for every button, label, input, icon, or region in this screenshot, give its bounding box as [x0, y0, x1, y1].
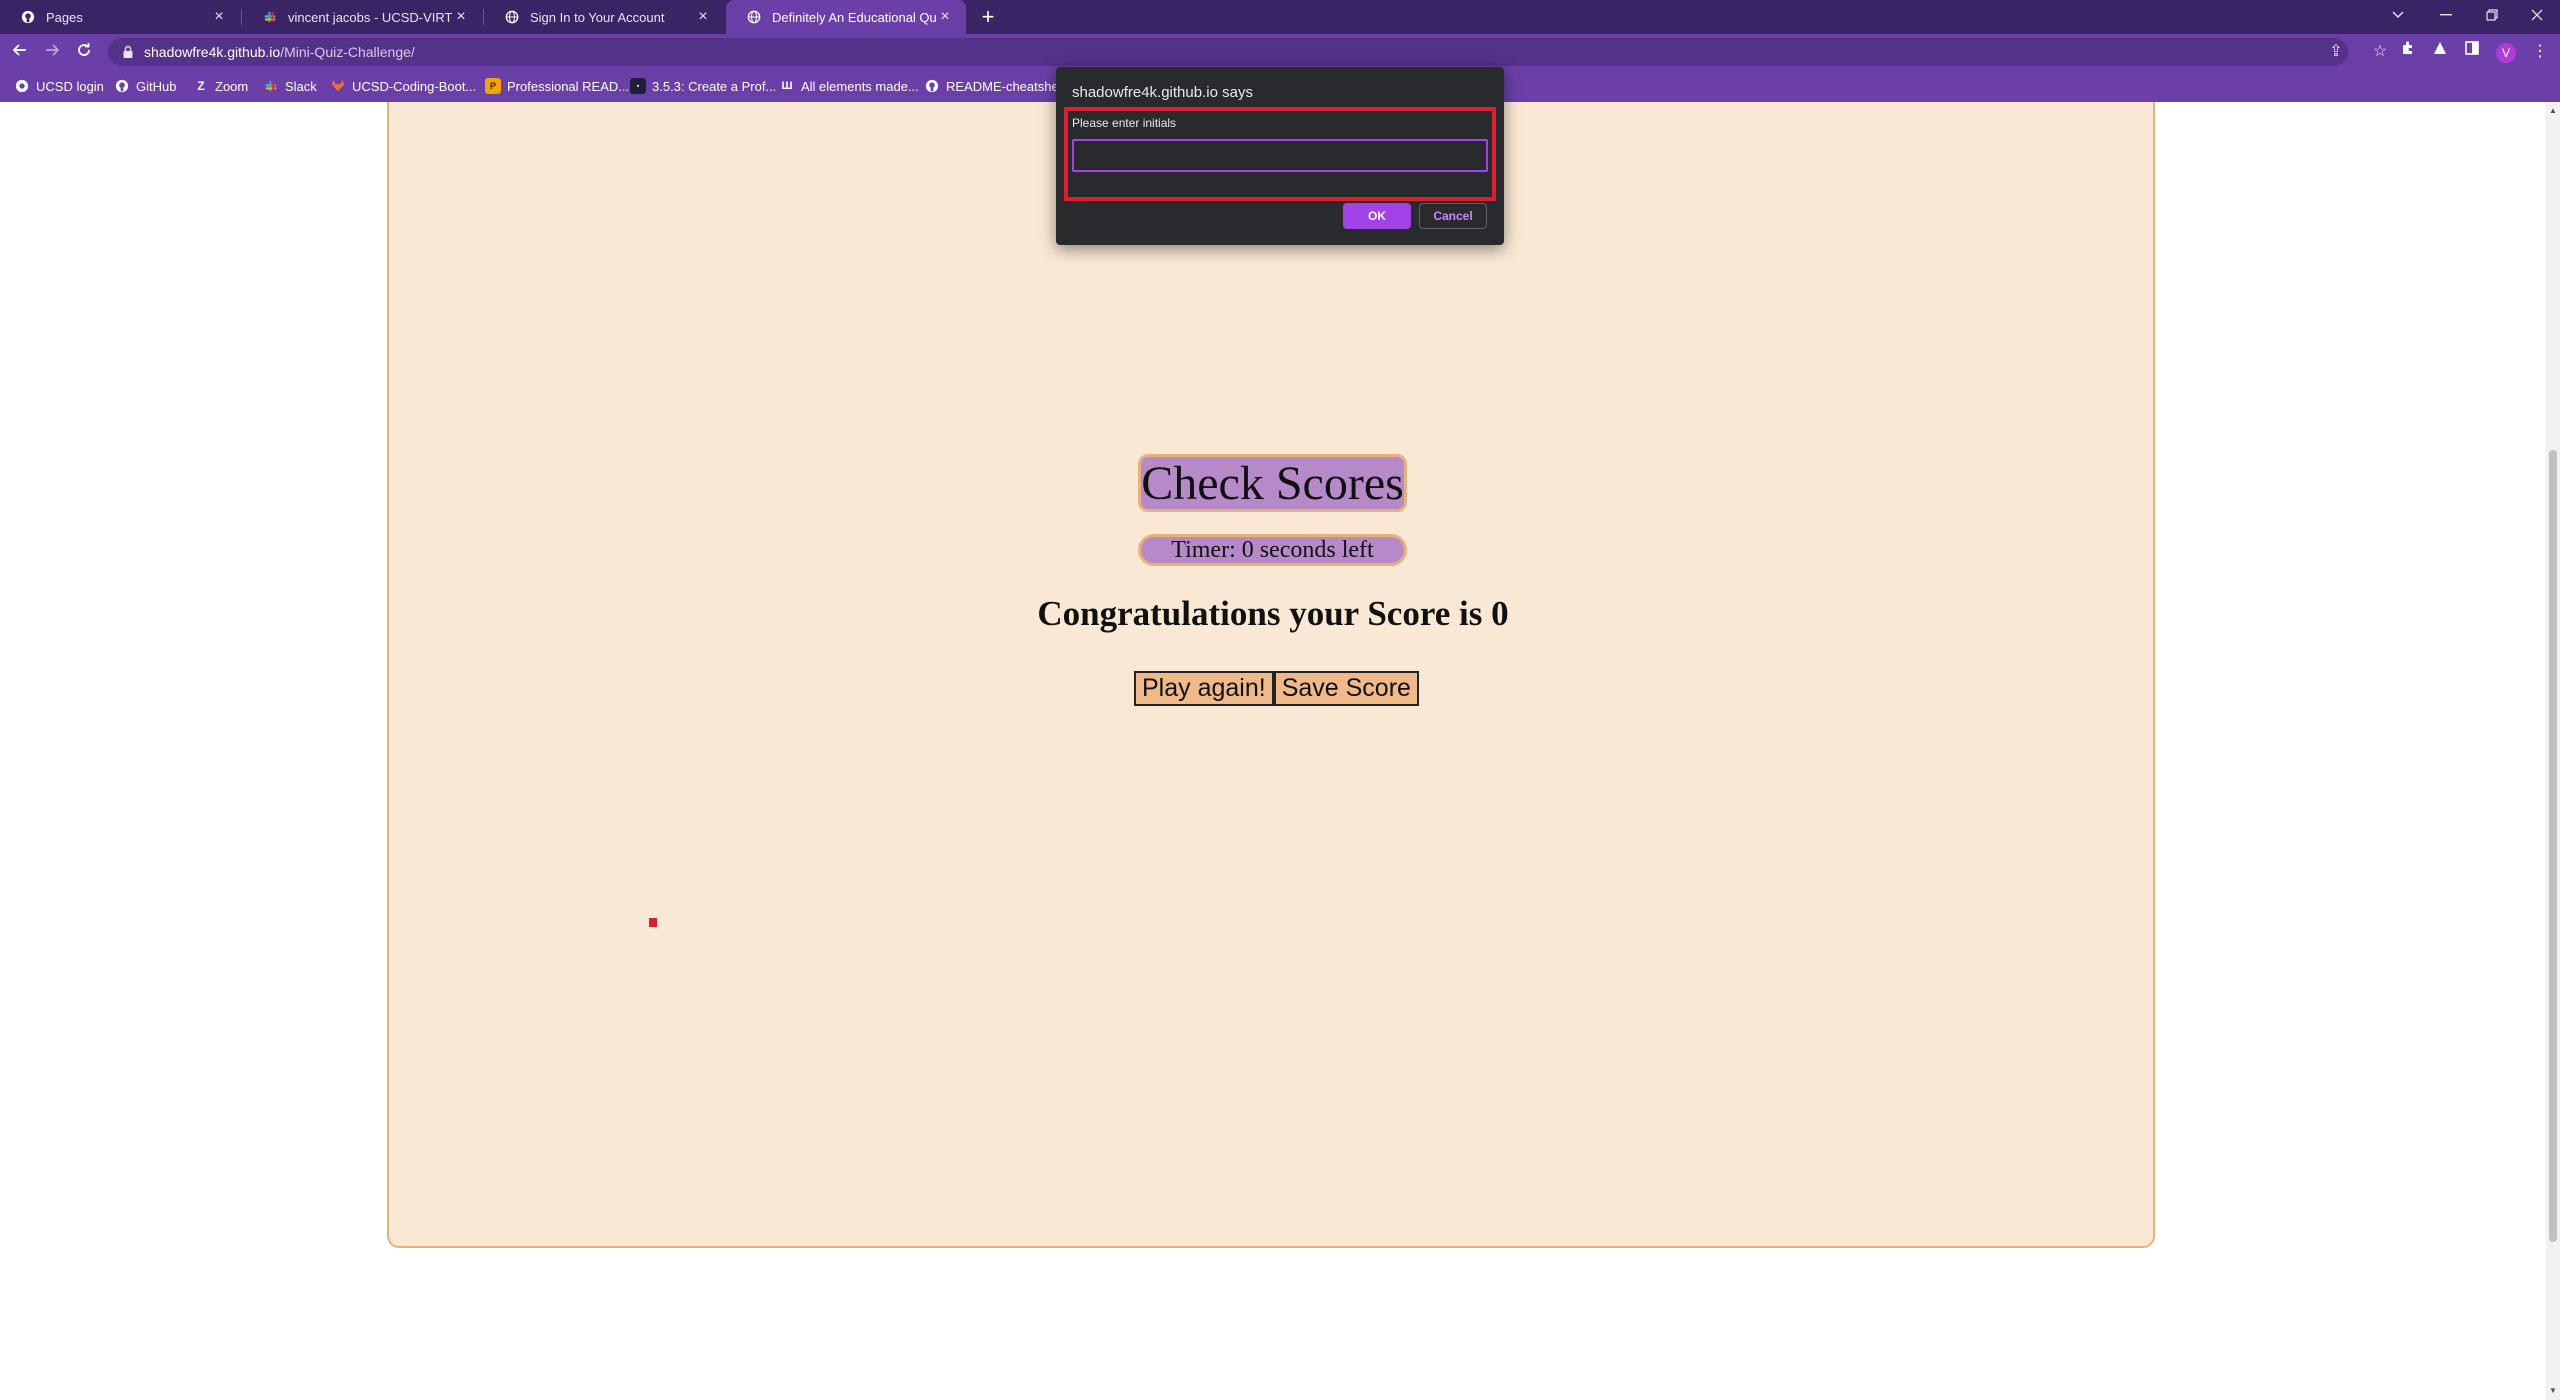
menu-kebab-icon[interactable]: ⋮ [2528, 40, 2552, 64]
close-icon[interactable]: × [452, 8, 470, 26]
bookmark-github[interactable]: GitHub [114, 76, 176, 96]
bookmark-label: UCSD login [36, 78, 104, 94]
browser-toolbar: shadowfre4k.github.io /Mini-Quiz-Challen… [0, 34, 2560, 70]
readme-icon: P [485, 78, 501, 94]
scroll-down-arrow-icon[interactable]: ▼ [2546, 1384, 2560, 1398]
reload-button[interactable] [72, 40, 96, 64]
github-icon [924, 78, 940, 94]
scroll-thumb[interactable] [2549, 450, 2557, 1242]
url-host: shadowfre4k.github.io [144, 44, 281, 60]
slack-icon [262, 9, 278, 25]
ok-button[interactable]: OK [1343, 203, 1411, 229]
back-button[interactable] [8, 40, 32, 64]
score-message: Congratulations your Score is 0 [1037, 594, 1509, 633]
bookmark-label: UCSD-Coding-Boot... [352, 78, 477, 94]
tab-title: Pages [46, 9, 83, 25]
dialog-message: Please enter initials [1072, 116, 1177, 130]
result-buttons: Play again! Save Score [1134, 671, 1419, 706]
scroll-up-arrow-icon[interactable]: ▲ [2546, 104, 2560, 118]
play-again-button[interactable]: Play again! [1134, 671, 1274, 706]
page-scrollbar[interactable]: ▲ ▼ [2546, 102, 2560, 1400]
bookmark-ucsd-coding-boot[interactable]: UCSD-Coding-Boot... [330, 76, 476, 96]
check-scores-button[interactable]: Check Scores [1138, 454, 1407, 512]
url-path: /Mini-Quiz-Challenge/ [280, 44, 415, 60]
bookmark-professional-readme[interactable]: P Professional READ... [485, 76, 629, 96]
github-icon [114, 78, 130, 94]
slack-icon [263, 78, 279, 94]
bookmark-ucsd-login[interactable]: UCSD login [14, 76, 104, 96]
cancel-button[interactable]: Cancel [1419, 203, 1487, 229]
bookmark-create-profile[interactable]: ▪ 3.5.3: Create a Prof... [630, 76, 776, 96]
bookmark-label: GitHub [136, 78, 177, 94]
close-icon[interactable]: × [936, 8, 954, 26]
close-window-button[interactable] [2514, 0, 2560, 30]
bookmark-label: All elements made... [801, 78, 919, 94]
globe-icon [504, 9, 520, 25]
red-marker [649, 918, 657, 927]
tab-title: Definitely An Educational Quiz [772, 9, 936, 25]
bookmark-slack[interactable]: Slack [263, 76, 317, 96]
bookmark-readme-cheatsheet[interactable]: README-cheatshee... [924, 76, 1077, 96]
tab-slack[interactable]: vincent jacobs - UCSD-VIRT-FSF × [242, 0, 482, 34]
gitlab-icon [330, 78, 346, 94]
tab-title: vincent jacobs - UCSD-VIRT-FSF [288, 9, 452, 25]
course-icon: ▪ [630, 78, 646, 94]
tab-pages[interactable]: Pages × [0, 0, 240, 34]
share-icon[interactable]: ⇪ [2326, 42, 2346, 62]
bookmark-star-icon[interactable]: ☆ [2370, 42, 2390, 62]
tab-quiz[interactable]: Definitely An Educational Quiz × [726, 0, 966, 34]
bookmark-all-elements[interactable]: Ш All elements made... [779, 76, 919, 96]
quiz-card: Check Scores Timer: 0 seconds left Congr… [387, 102, 2155, 1248]
save-score-button[interactable]: Save Score [1273, 671, 1419, 706]
timer-display: Timer: 0 seconds left [1138, 534, 1407, 566]
bookmark-label: Slack [285, 78, 317, 94]
bookmark-label: Professional READ... [507, 78, 630, 94]
close-icon[interactable]: × [694, 8, 712, 26]
prompt-dialog: shadowfre4k.github.io says Please enter … [1056, 67, 1504, 245]
side-panel-icon[interactable] [2460, 40, 2484, 64]
tab-sign-in[interactable]: Sign In to Your Account × [484, 0, 724, 34]
extension-puzzle-icon[interactable] [2428, 40, 2452, 64]
restore-button[interactable] [2469, 0, 2515, 30]
page-viewport: Check Scores Timer: 0 seconds left Congr… [0, 102, 2546, 1400]
lock-icon[interactable] [122, 45, 134, 59]
extensions-icon[interactable] [2396, 40, 2420, 64]
bookmark-label: Zoom [215, 78, 249, 94]
ucsd-icon [14, 78, 30, 94]
bookmark-label: 3.5.3: Create a Prof... [652, 78, 777, 94]
tab-strip: Pages × vincent jacobs - UCSD-VIRT-FSF ×… [0, 0, 2560, 34]
globe-icon [746, 9, 762, 25]
new-tab-button[interactable]: + [976, 5, 1000, 29]
minimize-button[interactable] [2423, 0, 2469, 30]
address-bar[interactable]: shadowfre4k.github.io /Mini-Quiz-Challen… [108, 38, 2387, 66]
mdn-icon: Ш [781, 80, 793, 92]
bookmark-zoom[interactable]: Z Zoom [193, 76, 248, 96]
tab-title: Sign In to Your Account [530, 9, 665, 25]
initials-input[interactable] [1072, 139, 1488, 172]
forward-button[interactable] [40, 40, 64, 64]
profile-avatar[interactable]: V [2496, 43, 2516, 63]
close-icon[interactable]: × [210, 8, 228, 26]
github-icon [20, 9, 36, 25]
tab-search-icon[interactable] [2375, 0, 2421, 30]
dialog-title: shadowfre4k.github.io says [1072, 84, 1253, 101]
zoom-icon: Z [197, 79, 205, 93]
